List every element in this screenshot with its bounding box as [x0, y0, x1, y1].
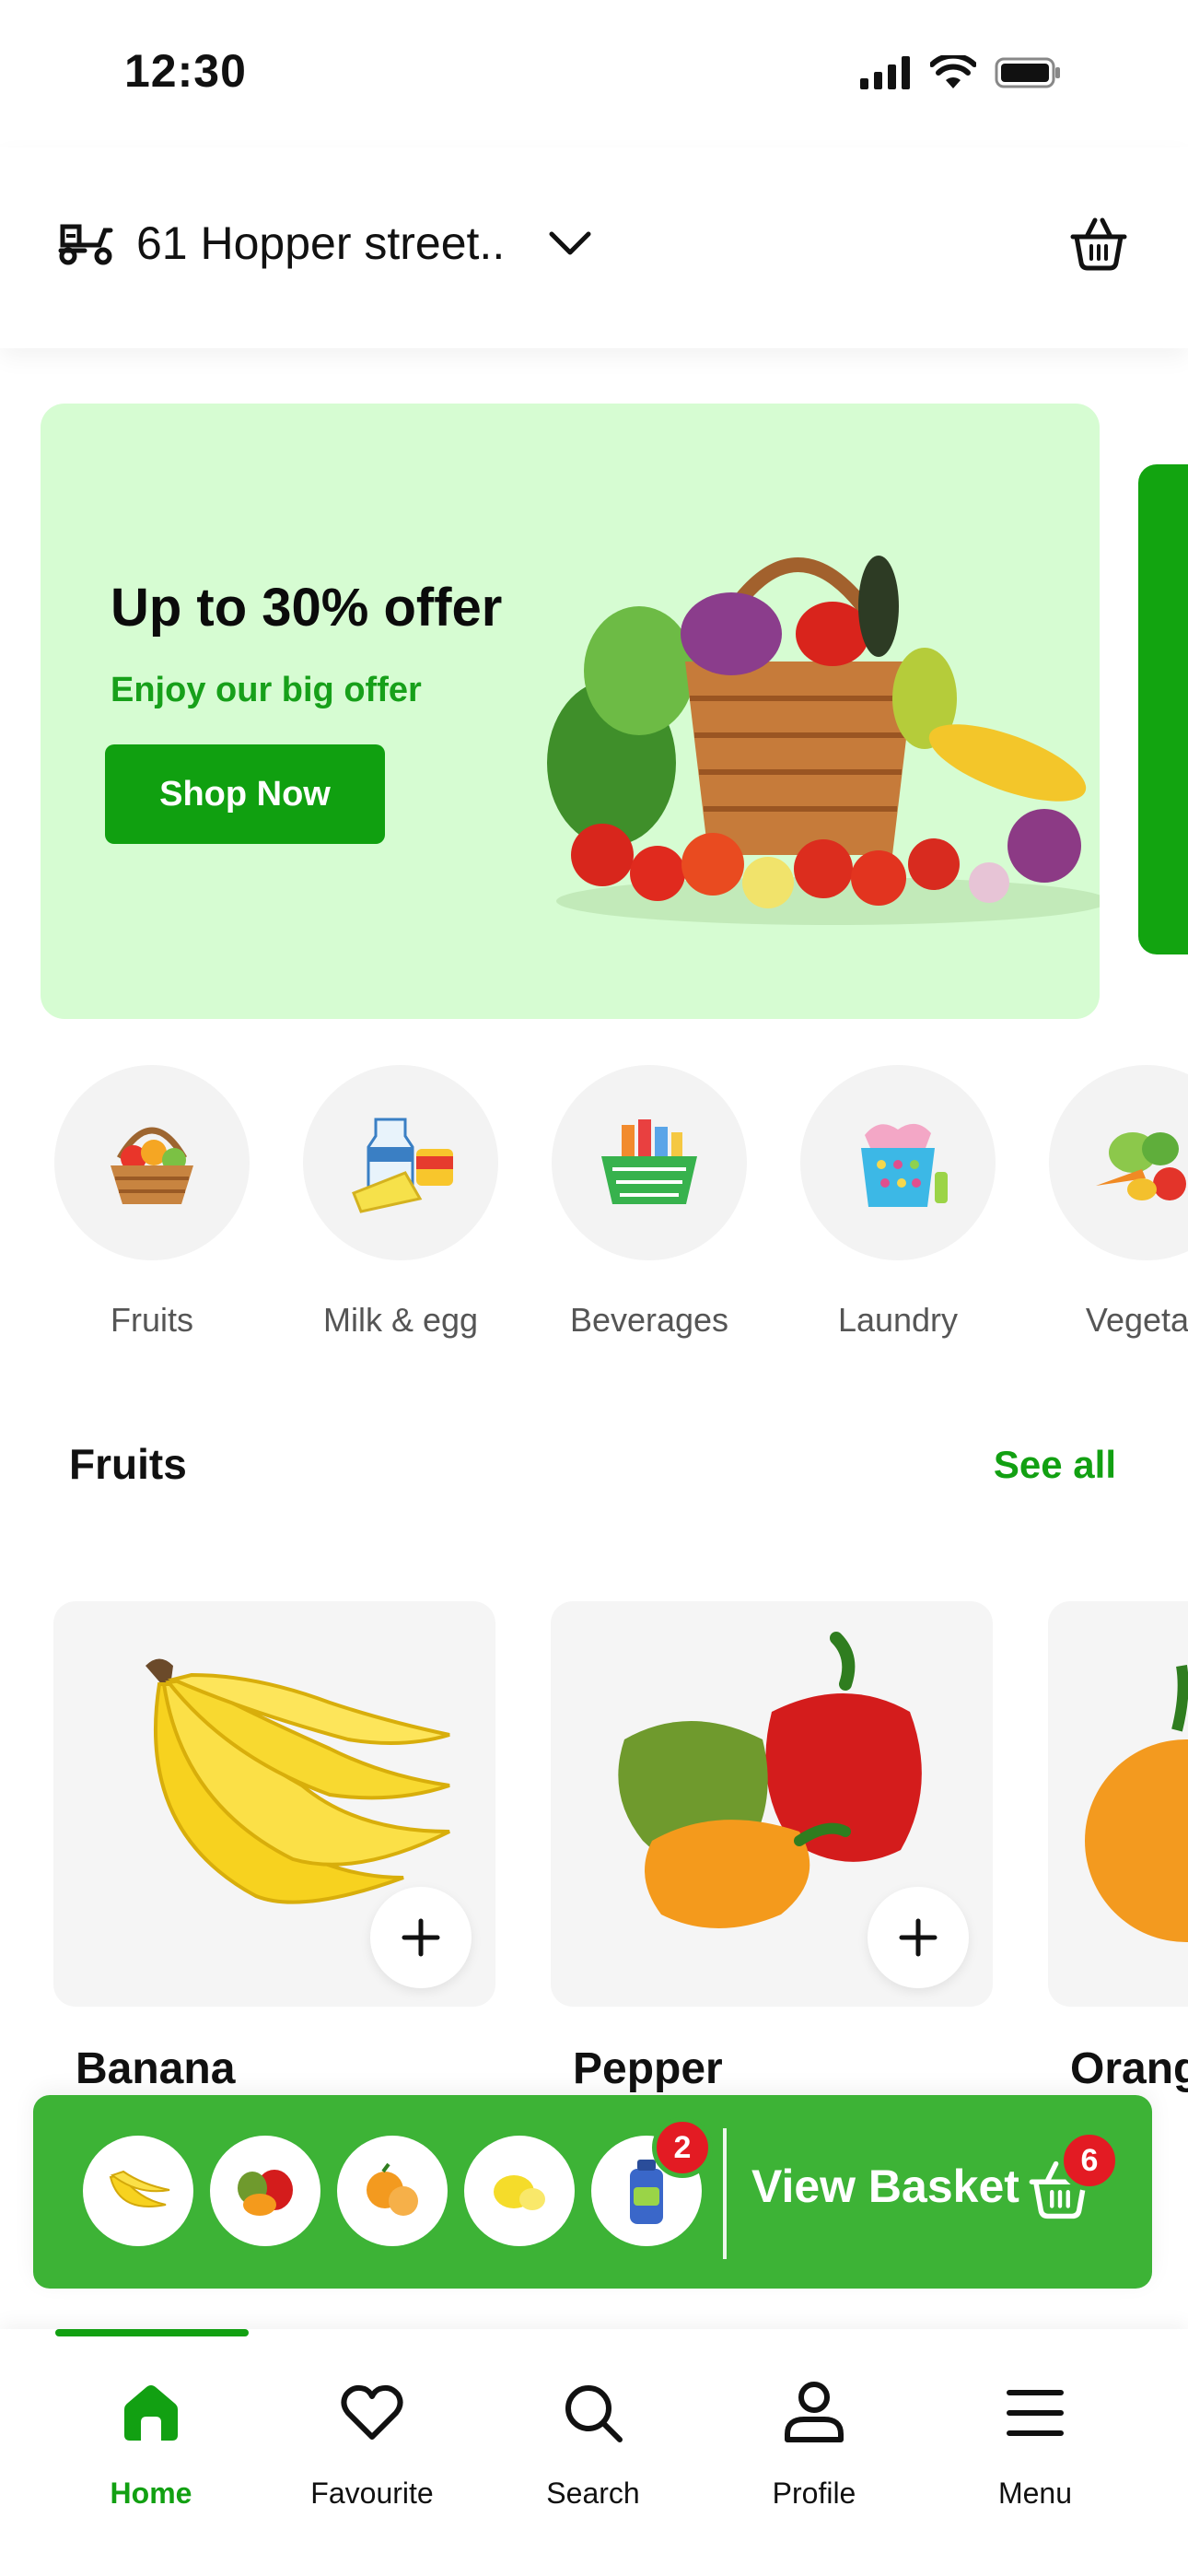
nav-icon-wrap [925, 2373, 1146, 2453]
shop-now-button[interactable]: Shop Now [105, 744, 385, 844]
heart-icon [341, 2384, 403, 2440]
add-to-cart-button[interactable] [370, 1887, 472, 1988]
basket-icon [1070, 217, 1127, 271]
location-selector[interactable]: 61 Hopper street.. [57, 217, 593, 270]
basket-bar-cart[interactable]: 6 [1028, 2130, 1120, 2228]
wifi-icon [930, 55, 976, 88]
banana-thumb-icon [109, 2170, 170, 2207]
nav-label: Menu [997, 2476, 1073, 2510]
product-image-card[interactable] [551, 1601, 993, 2007]
cart-count-badge: 6 [1059, 2130, 1120, 2191]
see-all-link[interactable]: See all [994, 1443, 1116, 1487]
category-vegetables[interactable]: Vegetab [1022, 1065, 1188, 1340]
menu-icon [1007, 2390, 1064, 2436]
category-label: Milk & egg [322, 1301, 479, 1339]
nav-label: Favourite [310, 2476, 434, 2510]
add-to-cart-button[interactable] [868, 1887, 969, 1988]
category-label: Fruits [111, 1301, 193, 1339]
location-text: 61 Hopper street.. [136, 217, 506, 269]
user-icon [785, 2382, 844, 2442]
fruit-basket-icon [111, 1127, 193, 1204]
product-card-pepper[interactable]: Pepper [551, 1601, 993, 2093]
nav-label: Profile [772, 2476, 856, 2510]
product-card-orange[interactable]: Orang [1048, 1601, 1188, 2093]
orange-thumb-icon [367, 2162, 418, 2216]
home-icon [124, 2385, 178, 2441]
basket-bar[interactable]: 2 View Basket 6 [33, 2095, 1152, 2289]
chevron-down-icon [549, 231, 591, 255]
category-icon [800, 1065, 996, 1260]
item-count-badge: 2 [652, 2117, 713, 2178]
bottom-navigation: Home Favourite Search Profile Menu [0, 2329, 1188, 2576]
category-label: Vegetab [1085, 1301, 1188, 1339]
lemon-thumb-icon [494, 2175, 545, 2210]
category-fruits[interactable]: Fruits [28, 1065, 276, 1340]
plus-icon [899, 1918, 938, 1957]
nav-label: Search [546, 2476, 640, 2510]
delivery-scooter-icon [58, 224, 113, 265]
nav-icon-wrap [41, 2373, 262, 2453]
banner-subtitle: Enjoy our big offer [111, 671, 422, 709]
nav-item-home[interactable]: Home [41, 2329, 262, 2511]
nav-icon-wrap [483, 2373, 704, 2453]
status-icons [860, 55, 1061, 90]
nav-icon-wrap [262, 2373, 483, 2453]
basket-item-pepper [210, 2136, 320, 2246]
laundry-basket-icon [861, 1123, 948, 1207]
grocery-basket-icon [601, 1119, 697, 1204]
category-milk-egg[interactable]: Milk & egg [276, 1065, 525, 1340]
nav-item-search[interactable]: Search [483, 2329, 704, 2511]
basket-bar-divider [723, 2128, 727, 2259]
basket-item-banana [83, 2136, 193, 2246]
product-image-card[interactable] [1048, 1601, 1188, 2007]
status-bar: 12:30 [0, 0, 1188, 147]
offer-banner[interactable]: Up to 30% offer Enjoy our big offer Shop… [41, 404, 1100, 1019]
plus-icon [402, 1918, 440, 1957]
offer-carousel[interactable]: Up to 30% offer Enjoy our big offer Shop… [0, 404, 1188, 1019]
category-list[interactable]: Fruits Milk & egg Beverages Laundry Vege… [0, 1065, 1188, 1360]
basket-thumbnails: 2 [83, 2117, 713, 2246]
product-card-banana[interactable]: Banana [53, 1601, 495, 2093]
status-time: 12:30 [124, 45, 247, 97]
category-icon [303, 1065, 498, 1260]
category-label: Beverages [569, 1301, 729, 1339]
product-name: Orang [1070, 2044, 1188, 2093]
category-label: Laundry [837, 1301, 959, 1339]
nav-item-favourite[interactable]: Favourite [262, 2329, 483, 2511]
nav-item-profile[interactable]: Profile [704, 2329, 925, 2511]
nav-item-menu[interactable]: Menu [925, 2329, 1146, 2511]
basket-item-lemon [464, 2136, 575, 2246]
cart-button[interactable] [1066, 212, 1131, 276]
vegetable-basket-image [547, 556, 1100, 925]
app-header: 61 Hopper street.. [0, 147, 1188, 348]
section-title: Fruits [69, 1440, 187, 1488]
banner-title: Up to 30% offer [111, 578, 503, 638]
category-icon [1049, 1065, 1188, 1260]
search-icon [565, 2385, 623, 2442]
product-image-card[interactable] [53, 1601, 495, 2007]
pepper-thumb-icon [238, 2170, 293, 2216]
dairy-icon [352, 1118, 453, 1213]
basket-item-orange [337, 2136, 448, 2246]
category-icon [54, 1065, 250, 1260]
category-icon [552, 1065, 747, 1260]
battery-icon [995, 57, 1060, 88]
product-list[interactable]: Banana Pepper Orang [0, 1601, 1188, 2117]
basket-item-detergent: 2 [591, 2117, 713, 2246]
nav-label: Home [110, 2476, 192, 2510]
app-screen: 12:30 61 Hopper street.. Up to 30% offer… [0, 0, 1188, 2576]
view-basket-button[interactable]: View Basket [751, 2160, 1019, 2213]
product-name: Banana [76, 2044, 236, 2093]
vegetables-icon [1096, 1132, 1186, 1200]
signal-icon [860, 56, 910, 89]
next-offer-banner[interactable] [1138, 464, 1188, 954]
category-beverages[interactable]: Beverages [525, 1065, 774, 1340]
category-laundry[interactable]: Laundry [774, 1065, 1022, 1340]
nav-icon-wrap [704, 2373, 925, 2453]
orange-image [1085, 1665, 1188, 1942]
product-name: Pepper [573, 2044, 723, 2093]
